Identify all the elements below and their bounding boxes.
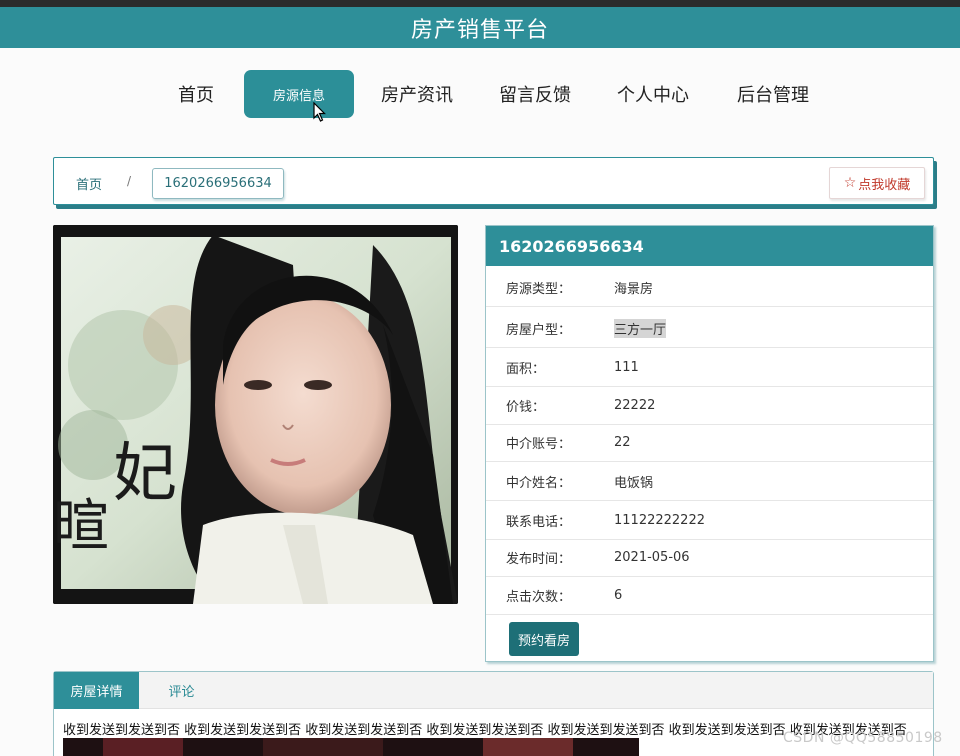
detail-image-graphic	[63, 738, 639, 756]
favorite-button[interactable]: ☆ 点我收藏	[829, 167, 925, 199]
nav-listings[interactable]: 房源信息	[244, 70, 354, 118]
nav-home[interactable]: 首页	[172, 70, 220, 118]
star-outline-icon: ☆	[843, 175, 857, 191]
breadcrumb-separator: /	[127, 174, 132, 188]
nav-feedback[interactable]: 留言反馈	[496, 70, 574, 118]
info-row-area: 面积： 111	[486, 349, 933, 387]
tab-bar: 房屋详情 评论	[54, 672, 933, 709]
breadcrumb-current: 1620266956634	[152, 168, 284, 199]
info-row-agent-name: 中介姓名： 电饭锅	[486, 463, 933, 501]
info-row-layout: 房屋户型： 三方一厅	[486, 310, 933, 348]
breadcrumb: 首页 / 1620266956634 ☆ 点我收藏	[53, 157, 934, 205]
info-row-price: 价钱： 22222	[486, 387, 933, 425]
nav-admin[interactable]: 后台管理	[734, 70, 812, 118]
listing-info-panel: 1620266956634 房源类型： 海景房 房屋户型： 三方一厅 面积： 1…	[485, 225, 934, 662]
info-row-clicks: 点击次数： 6	[486, 577, 933, 615]
tab-comments[interactable]: 评论	[139, 672, 224, 709]
nav-profile[interactable]: 个人中心	[614, 70, 692, 118]
detail-content-text: 收到发送到发送到否 收到发送到发送到否 收到发送到发送到否 收到发送到发送到否 …	[63, 723, 907, 738]
breadcrumb-home-link[interactable]: 首页	[76, 174, 102, 193]
main-nav: 首页 房源信息 房产资讯 留言反馈 个人中心 后台管理	[0, 70, 960, 120]
mouse-cursor-icon	[313, 102, 326, 122]
info-row-type: 房源类型： 海景房	[486, 269, 933, 307]
favorite-label: 点我收藏	[858, 177, 911, 193]
listing-title: 1620266956634	[486, 226, 933, 266]
info-row-phone: 联系电话： 11122222222	[486, 502, 933, 540]
nav-news[interactable]: 房产资讯	[378, 70, 456, 118]
book-viewing-button[interactable]: 预约看房	[509, 622, 579, 656]
calligraphy-text: 妃	[113, 437, 177, 511]
tab-house-detail[interactable]: 房屋详情	[54, 672, 139, 709]
house-photo: 妃 暄	[53, 225, 458, 604]
site-header: 房产销售平台	[0, 7, 960, 48]
watermark-text: CSDN @QQ58850198	[783, 730, 943, 746]
info-row-agent-account: 中介账号： 22	[486, 424, 933, 462]
window-top-strip	[0, 0, 960, 7]
info-row-publish-date: 发布时间： 2021-05-06	[486, 539, 933, 577]
calligraphy-text-2: 暄	[53, 494, 109, 559]
detail-image	[63, 738, 639, 756]
site-title: 房产销售平台	[410, 17, 549, 43]
portrait-image: 妃 暄	[53, 225, 458, 604]
